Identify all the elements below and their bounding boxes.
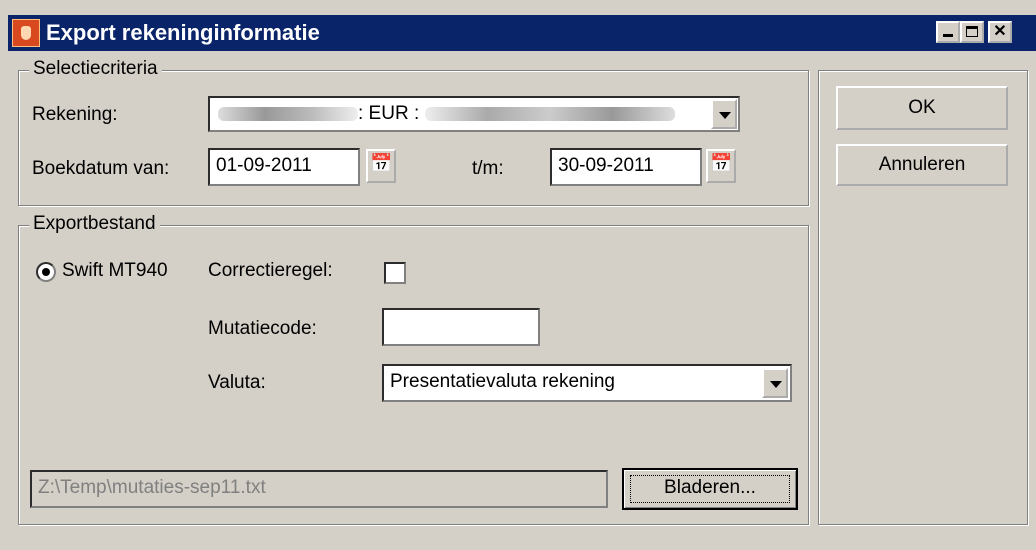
mutatiecode-label: Mutatiecode: [208, 318, 317, 339]
ok-button[interactable]: OK [836, 86, 1008, 130]
blurred-account [218, 106, 358, 121]
blurred-account-name [424, 106, 675, 121]
correctieregel-label: Correctieregel: [208, 260, 333, 281]
calendar-icon[interactable] [366, 149, 396, 183]
buttons-panel [818, 70, 1028, 525]
swift-mt940-label: Swift MT940 [62, 260, 168, 281]
tm-label: t/m: [472, 158, 504, 179]
calendar-icon[interactable] [706, 149, 736, 183]
selectiecriteria-label: Selectiecriteria [29, 58, 162, 80]
focus-rect [630, 475, 790, 503]
swift-mt940-radio[interactable] [36, 262, 56, 282]
title-bar[interactable]: Export rekeninginformatie ✕ [8, 15, 1036, 51]
mutatiecode-input[interactable] [382, 308, 540, 346]
valuta-select[interactable]: Presentatievaluta rekening [382, 364, 792, 402]
rekening-value: : EUR : [358, 103, 420, 124]
cancel-button[interactable]: Annuleren [836, 144, 1008, 186]
boekdatum-label: Boekdatum van: [32, 158, 170, 179]
exportbestand-label: Exportbestand [29, 213, 160, 235]
rekening-label: Rekening: [32, 104, 118, 125]
browse-button[interactable]: Bladeren... [622, 468, 798, 510]
file-path-field[interactable]: Z:\Temp\mutaties-sep11.txt [30, 470, 608, 508]
minimize-button[interactable] [936, 21, 960, 43]
window-title: Export rekeninginformatie [46, 20, 320, 45]
date-to-field[interactable]: 30-09-2011 [550, 148, 702, 186]
dialog-window: Export rekeninginformatie ✕ Selectiecrit… [0, 0, 1036, 550]
correctieregel-checkbox[interactable] [384, 262, 406, 284]
app-shield-icon [12, 19, 40, 47]
maximize-button[interactable] [960, 21, 984, 43]
close-button[interactable]: ✕ [988, 21, 1012, 43]
valuta-label: Valuta: [208, 372, 266, 393]
date-from-field[interactable]: 01-09-2011 [208, 148, 360, 186]
rekening-dropdown-icon[interactable] [711, 99, 737, 129]
rekening-select[interactable]: : EUR : [208, 96, 740, 132]
valuta-dropdown-icon[interactable] [762, 368, 788, 398]
